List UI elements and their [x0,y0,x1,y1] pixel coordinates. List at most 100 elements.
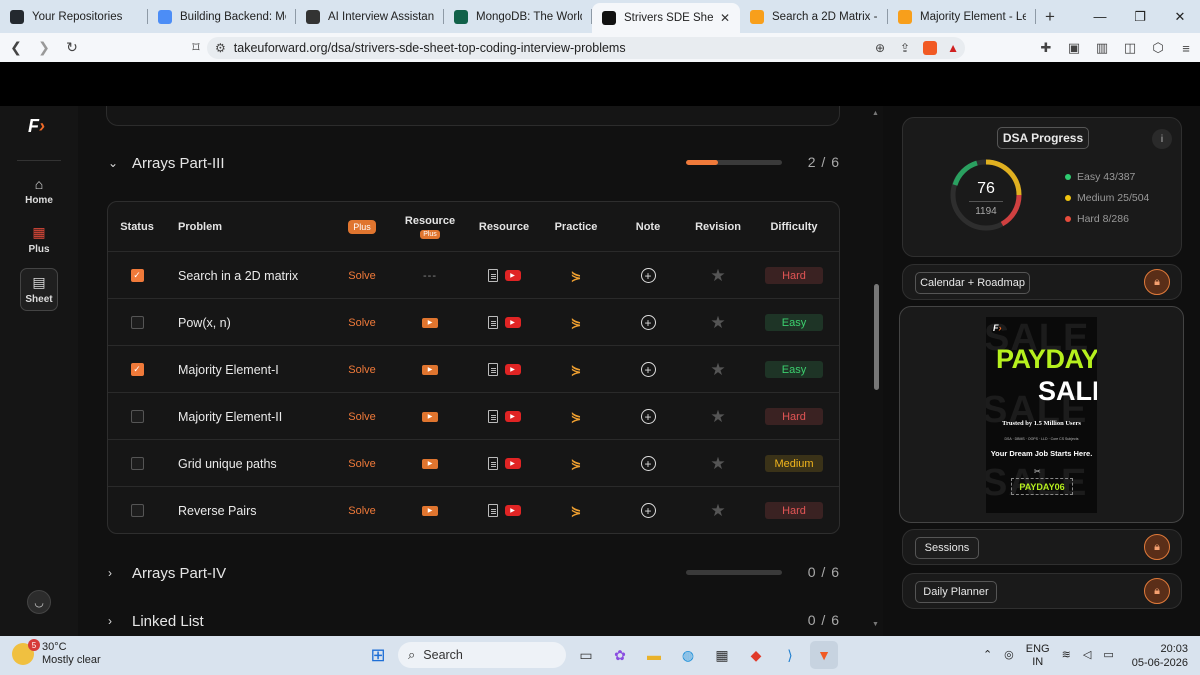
store-icon[interactable]: ▦ [708,641,736,669]
daily-planner-card[interactable]: Daily Planner 🔒︎ [902,573,1182,609]
git-icon[interactable]: ◆ [742,641,770,669]
solve-link[interactable]: Solve [348,458,376,470]
share-icon[interactable]: ⇪ [900,41,910,55]
wifi-icon[interactable]: ≋ [1062,649,1071,662]
practice-icon[interactable]: ⋟ [571,315,582,331]
coupon-code[interactable]: PAYDAY06 [1011,478,1073,495]
calendar-roadmap-card[interactable]: Calendar + Roadmap 🔒︎ [902,264,1182,300]
youtube-icon[interactable]: ▶ [504,458,521,469]
problem-name[interactable]: Majority Element-II [178,393,338,440]
status-checkbox[interactable]: ✓ [130,269,144,282]
youtube-icon[interactable]: ▶ [504,270,521,281]
edge-icon[interactable]: ◍ [674,641,702,669]
scrollbar-thumb[interactable] [874,284,879,390]
solve-link[interactable]: Solve [348,364,376,376]
tuf-logo[interactable]: F› [28,116,45,137]
windows-start-icon[interactable]: ⊞ [364,641,392,669]
solve-link[interactable]: Solve [348,317,376,329]
back-button[interactable]: ❮ [4,39,28,56]
page-scrollbar[interactable]: ▲ ▼ [869,106,883,636]
close-window-button[interactable]: ✕ [1160,0,1200,33]
brave-rewards-icon[interactable]: ▲ [947,41,959,55]
problem-name[interactable]: Reverse Pairs [178,487,338,533]
language-indicator[interactable]: ENG IN [1026,643,1050,669]
status-checkbox[interactable] [130,504,144,517]
youtube-icon[interactable]: ▶ [504,411,521,422]
leo-icon[interactable]: ◫ [1116,37,1144,59]
brave-icon[interactable]: ▼ [810,641,838,669]
add-note-icon[interactable]: + [640,503,656,518]
revision-star-icon[interactable]: ★ [710,266,725,286]
info-icon[interactable]: i [1152,129,1172,149]
browser-tab[interactable]: Building Backend: Mongo [148,0,296,33]
youtube-icon[interactable]: ▶ [504,364,521,375]
brave-shields-icon[interactable] [923,41,937,55]
add-note-icon[interactable]: + [640,315,656,330]
add-note-icon[interactable]: + [640,362,656,377]
revision-star-icon[interactable]: ★ [710,360,725,380]
maximize-button[interactable]: ❐ [1120,0,1160,33]
youtube-icon[interactable]: ▶ [504,505,521,516]
practice-icon[interactable]: ⋟ [571,503,582,519]
section-header-arrays-part-4[interactable]: › Arrays Part-IV 0 / 6 [106,560,840,586]
practice-icon[interactable]: ⋟ [571,409,582,425]
forward-button[interactable]: ❯ [32,39,56,56]
sidebar-item-home[interactable]: ⌂ Home [20,176,58,206]
payday-sale-banner[interactable]: SALE SALE SALE F› PAYDAY SALE Trusted by… [986,317,1097,513]
revision-star-icon[interactable]: ★ [710,407,725,427]
browser-tab[interactable]: MongoDB: The World's Le [444,0,592,33]
status-checkbox[interactable] [130,316,144,329]
solve-link[interactable]: Solve [348,411,376,423]
plus-video-icon[interactable]: ▶ [422,505,438,516]
section-header-arrays-part-3[interactable]: ⌄ Arrays Part-III 2 / 6 [106,150,840,176]
user-avatar-icon[interactable]: ◡ [27,590,51,614]
solve-link[interactable]: Solve [348,505,376,517]
browser-tab[interactable]: AI Interview Assistant [296,0,444,33]
vpn-icon[interactable]: ⬡ [1144,37,1172,59]
task-view-icon[interactable]: ▭ [572,641,600,669]
url-input[interactable]: ⚙ takeuforward.org/dsa/strivers-sde-shee… [207,37,965,59]
extensions-icon[interactable]: ✚ [1032,37,1060,59]
browser-tab[interactable]: Majority Element - LeetCo [888,0,1036,33]
browser-tab[interactable]: Strivers SDE Sheet - Ta ✕ [592,3,740,33]
site-settings-icon[interactable]: ⚙ [215,41,226,55]
section-header-linked-list[interactable]: › Linked List 0 / 6 [106,608,840,634]
sidebar-item-plus[interactable]: ▦ Plus [20,224,58,255]
plus-video-icon[interactable]: ▶ [422,411,438,422]
bookmark-icon[interactable]: ⌑ [184,39,208,56]
close-tab-icon[interactable]: ✕ [720,11,730,25]
solve-link[interactable]: Solve [348,270,376,282]
article-icon[interactable] [487,457,498,470]
plus-video-icon[interactable]: ▶ [422,458,438,469]
clock[interactable]: 20:03 05-06-2026 [1132,642,1188,670]
practice-icon[interactable]: ⋟ [571,268,582,284]
problem-name[interactable]: Search in a 2D matrix [178,252,338,299]
menu-icon[interactable]: ≡ [1172,37,1200,59]
problem-name[interactable]: Majority Element-I [178,346,338,393]
lock-icon[interactable]: 🔒︎ [1144,578,1170,604]
browser-tab[interactable]: Your Repositories [0,0,148,33]
promo-card[interactable]: SALE SALE SALE F› PAYDAY SALE Trusted by… [899,306,1184,523]
plus-video-icon[interactable]: ▶ [422,364,438,375]
zoom-icon[interactable]: ⊕ [875,41,885,55]
practice-icon[interactable]: ⋟ [571,456,582,472]
battery-icon[interactable]: ▭ [1103,649,1113,662]
sidebar-toggle-icon[interactable]: ▥ [1088,37,1116,59]
add-note-icon[interactable]: + [640,268,656,283]
volume-icon[interactable]: ◁ [1083,649,1091,662]
new-tab-button[interactable]: + [1036,0,1064,33]
article-icon[interactable] [487,363,498,376]
scroll-up-icon[interactable]: ▲ [872,110,879,117]
revision-star-icon[interactable]: ★ [710,454,725,474]
article-icon[interactable] [487,410,498,423]
add-note-icon[interactable]: + [640,456,656,471]
problem-name[interactable]: Pow(x, n) [178,299,338,346]
wallet-icon[interactable]: ▣ [1060,37,1088,59]
lock-icon[interactable]: 🔒︎ [1144,269,1170,295]
minimize-button[interactable]: — [1080,0,1120,33]
browser-tab[interactable]: Search a 2D Matrix - LeetC [740,0,888,33]
add-note-icon[interactable]: + [640,409,656,424]
youtube-icon[interactable]: ▶ [504,317,521,328]
revision-star-icon[interactable]: ★ [710,501,725,521]
status-checkbox[interactable] [130,410,144,423]
